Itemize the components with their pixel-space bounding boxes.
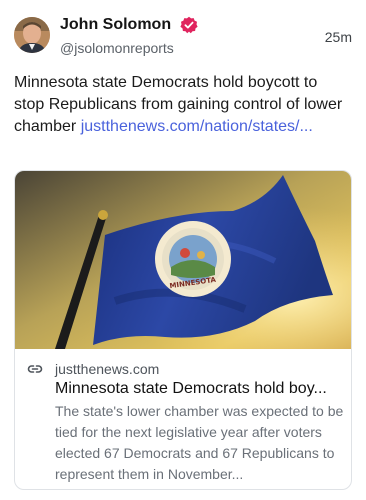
author-handle[interactable]: @jsolomonreports — [60, 38, 198, 58]
link-preview-card[interactable]: MINNESOTA justthenews.com Minnesota stat… — [14, 170, 352, 490]
author-name[interactable]: John Solomon — [60, 14, 171, 36]
link-icon — [27, 365, 43, 373]
card-domain: justthenews.com — [55, 361, 160, 377]
post-header: John Solomon @jsolomonreports 25m — [14, 14, 352, 60]
card-description: The state's lower chamber was expected t… — [55, 403, 344, 482]
verified-badge-icon — [179, 16, 198, 34]
avatar[interactable] — [14, 17, 50, 53]
author-names: John Solomon @jsolomonreports — [60, 14, 198, 58]
minnesota-flag-image: MINNESOTA — [15, 171, 351, 349]
post-body: Minnesota state Democrats hold boycott t… — [14, 72, 350, 138]
avatar-image — [14, 17, 50, 53]
card-title[interactable]: Minnesota state Democrats hold boy... — [55, 379, 345, 399]
post-link[interactable]: justthenews.com/nation/states/... — [81, 118, 313, 135]
post-timestamp: 25m — [324, 29, 352, 45]
